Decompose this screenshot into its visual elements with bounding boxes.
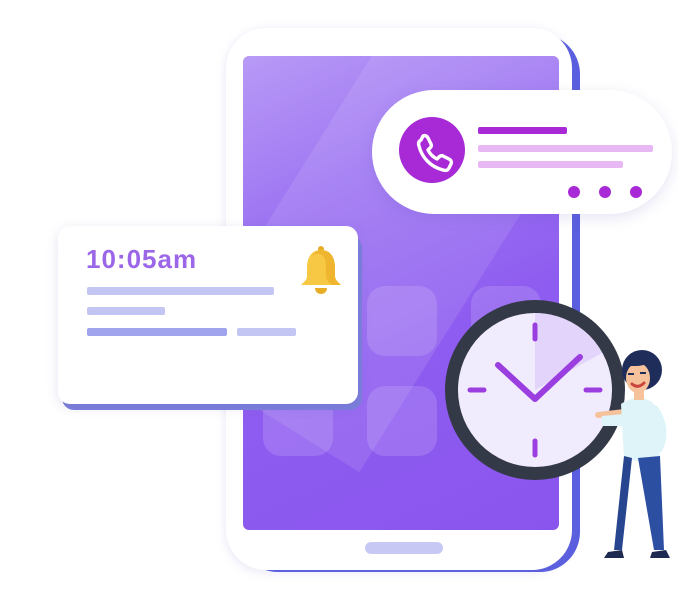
phone-icon bbox=[399, 117, 465, 183]
call-text-line bbox=[478, 161, 623, 168]
notification-text-line bbox=[87, 307, 165, 315]
notification-text-line bbox=[87, 287, 274, 295]
call-text-line bbox=[478, 145, 653, 152]
person-illustration bbox=[588, 340, 678, 570]
more-dot bbox=[599, 186, 611, 198]
more-dot bbox=[630, 186, 642, 198]
call-text-line bbox=[478, 127, 567, 134]
home-indicator bbox=[365, 542, 443, 554]
app-tile bbox=[367, 286, 437, 356]
app-tile bbox=[367, 386, 437, 456]
illustration: 10:05am bbox=[0, 0, 678, 610]
notification-text-line bbox=[237, 328, 296, 336]
notification-time: 10:05am bbox=[86, 244, 198, 274]
more-dot bbox=[568, 186, 580, 198]
bell-icon bbox=[298, 244, 344, 296]
notification-text-line bbox=[87, 328, 227, 336]
